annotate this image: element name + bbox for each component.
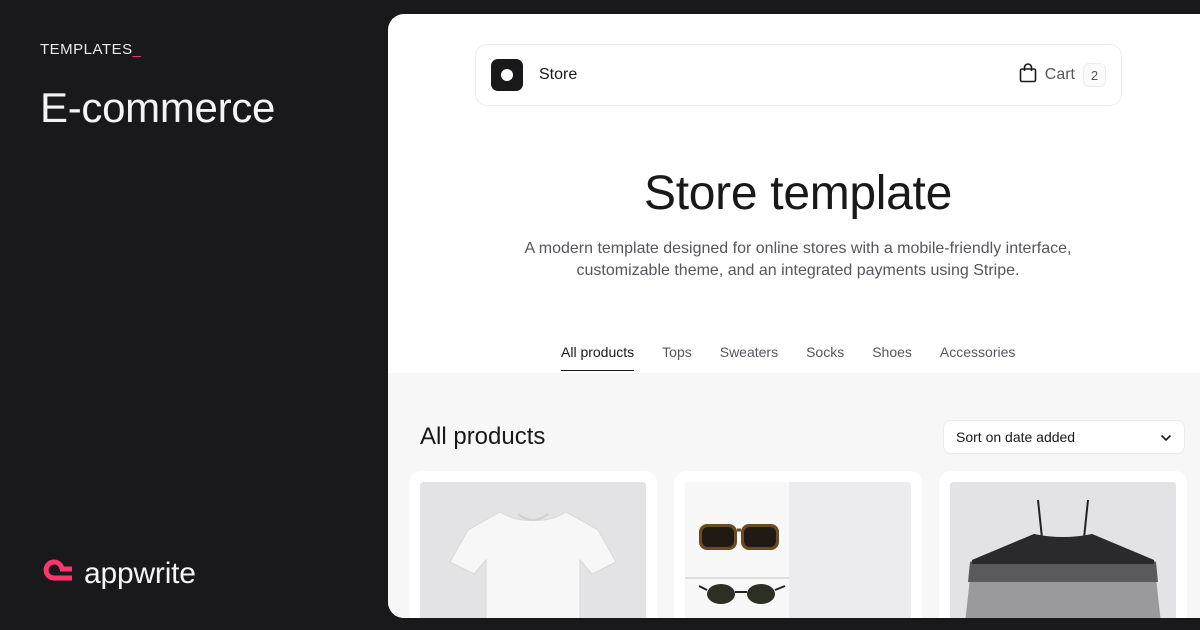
category-tabs: All products Tops Sweaters Socks Shoes A… <box>561 344 1015 371</box>
category-title: E-commerce <box>40 84 276 131</box>
product-card[interactable] <box>409 471 657 618</box>
tab-sweaters[interactable]: Sweaters <box>720 344 778 371</box>
store-logo-icon[interactable] <box>491 59 523 91</box>
sort-value: Sort on date added <box>956 429 1076 445</box>
tab-socks[interactable]: Socks <box>806 344 844 371</box>
store-name[interactable]: Store <box>539 66 577 84</box>
product-card[interactable] <box>674 471 922 618</box>
products-section-title: All products <box>420 423 546 450</box>
store-preview: Store Cart 2 Store template A modern tem… <box>388 14 1200 618</box>
appwrite-logo-icon <box>40 556 74 591</box>
product-card[interactable] <box>939 471 1187 618</box>
store-navbar: Store Cart 2 <box>475 44 1122 106</box>
sort-select[interactable]: Sort on date added <box>943 420 1185 454</box>
cart-button[interactable]: Cart 2 <box>1019 62 1106 88</box>
appwrite-brand: appwrite <box>40 556 196 591</box>
products-area: All products Sort on date added <box>388 373 1200 618</box>
tab-tops[interactable]: Tops <box>662 344 692 371</box>
cart-count-badge: 2 <box>1083 63 1106 87</box>
product-image-sunglasses[interactable] <box>685 482 911 618</box>
tab-accessories[interactable]: Accessories <box>940 344 1015 371</box>
product-image-tshirt[interactable] <box>420 482 646 618</box>
templates-label: TEMPLATES_ <box>40 41 142 58</box>
hero-description: A modern template designed for online st… <box>524 240 1072 279</box>
tab-all-products[interactable]: All products <box>561 344 635 371</box>
product-image-tank-tops[interactable] <box>950 482 1176 618</box>
cart-label: Cart <box>1044 66 1075 83</box>
hero-title: Store template <box>644 167 952 220</box>
brand-name: appwrite <box>84 556 196 590</box>
tab-shoes[interactable]: Shoes <box>872 344 912 371</box>
chevron-down-icon <box>1160 429 1172 445</box>
shopping-bag-icon <box>1019 62 1037 88</box>
